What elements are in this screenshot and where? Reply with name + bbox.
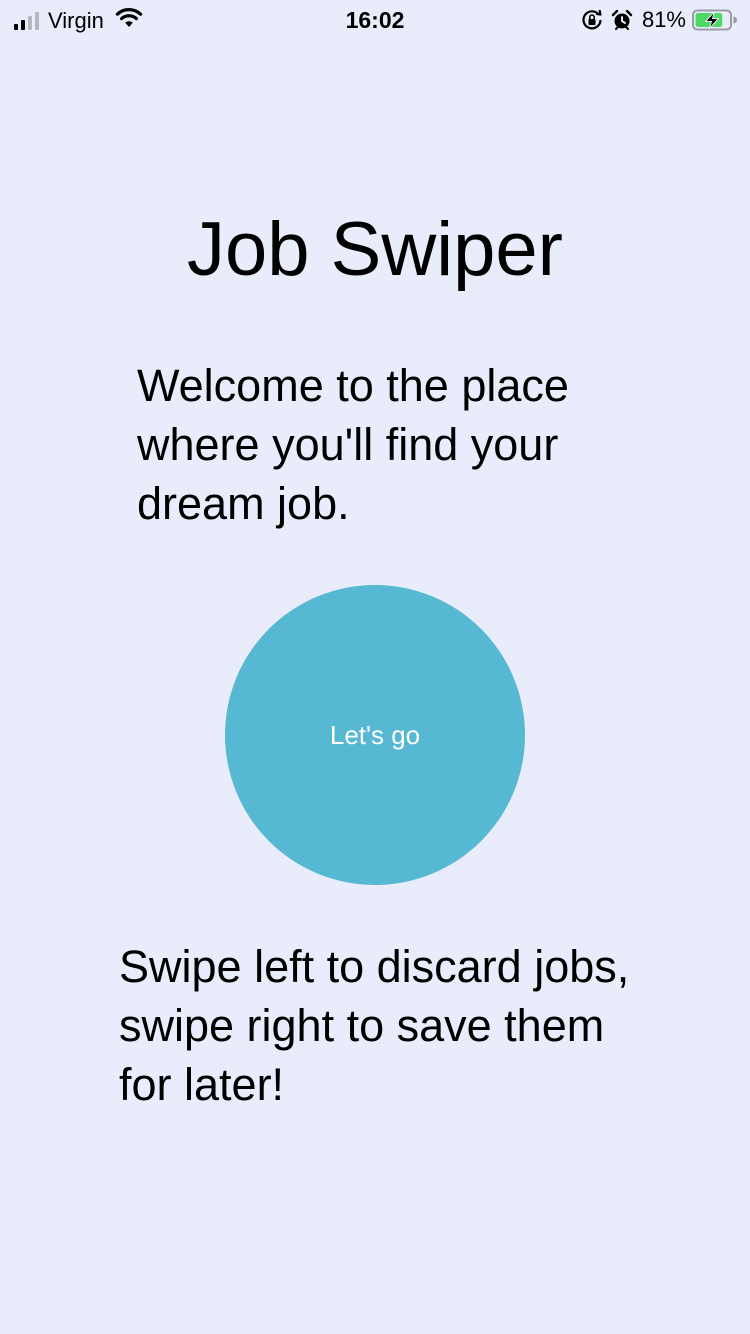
lets-go-button[interactable]: Let's go: [225, 585, 525, 885]
orientation-lock-icon: [581, 9, 611, 31]
welcome-text: Welcome to the place where you'll find y…: [137, 360, 569, 529]
swipe-instructions: Swipe left to discard jobs, swipe right …: [119, 941, 630, 1110]
battery-charging-icon: [692, 9, 738, 31]
status-bar: Virgin 16:02 81%: [0, 0, 750, 40]
lets-go-button-label: Let's go: [329, 719, 421, 750]
alarm-icon: [611, 9, 642, 31]
status-bar-right: 81%: [581, 7, 738, 33]
app-title: Job Swiper: [187, 207, 563, 292]
battery-percent: 81%: [641, 7, 686, 32]
